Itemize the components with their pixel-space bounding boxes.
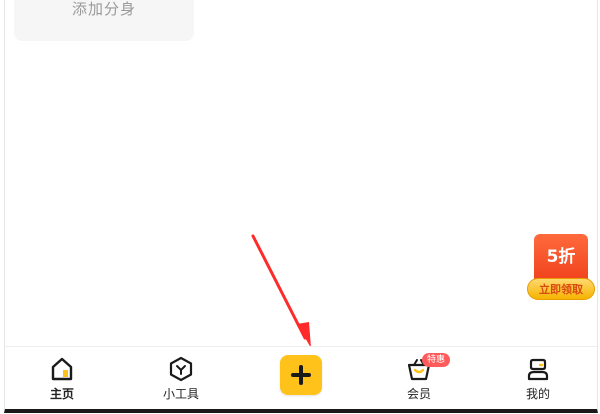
discount-badge[interactable]: 5折 [534, 234, 588, 280]
add-clone-label: 添加分身 [71, 0, 136, 18]
arrow-shaft [251, 234, 307, 340]
bottom-tab-bar: 主页 小工具 特惠 会员 我的 [5, 346, 597, 409]
plus-icon [291, 365, 311, 385]
special-offer-badge: 特惠 [422, 353, 451, 367]
tab-vip-label: 会员 [406, 387, 431, 401]
app-screen: 添加分身 5折 立即领取 主页 小工具 特惠 会员 我的 [4, 0, 598, 413]
arrow-head [297, 322, 311, 348]
promo-widget[interactable]: 5折 立即领取 [525, 234, 597, 304]
tab-me[interactable]: 我的 [503, 355, 573, 407]
person-icon [527, 358, 549, 381]
add-clone-card[interactable]: 添加分身 [14, 0, 194, 41]
claim-now-button[interactable]: 立即领取 [527, 278, 595, 300]
tab-home[interactable]: 主页 [27, 355, 97, 407]
tab-tools-label: 小工具 [162, 387, 199, 401]
home-icon [51, 357, 73, 381]
hexagon-tool-icon [169, 356, 193, 382]
tab-tools[interactable]: 小工具 [146, 355, 216, 407]
tab-vip[interactable]: 特惠 会员 [384, 353, 454, 407]
tab-me-label: 我的 [525, 387, 550, 401]
tab-home-label: 主页 [49, 387, 74, 401]
create-plus-button[interactable] [280, 355, 322, 395]
